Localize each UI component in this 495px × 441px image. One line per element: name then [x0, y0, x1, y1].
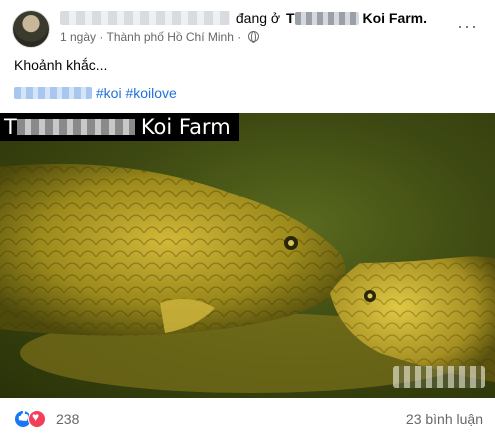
meta-separator-2: ·	[237, 30, 242, 44]
hashtags: #koi #koilove	[14, 85, 177, 101]
reaction-count[interactable]: 238	[56, 411, 79, 427]
post-footer: 238 23 bình luận	[0, 398, 495, 441]
place-end[interactable]: Koi Farm.	[362, 10, 427, 26]
hashtag-koilove[interactable]: #koilove	[125, 85, 176, 101]
post-video[interactable]: T Koi Farm	[0, 113, 495, 398]
koi-scene	[0, 163, 495, 393]
hashtag-koi[interactable]: #koi	[96, 85, 122, 101]
corner-watermark-redacted	[393, 366, 485, 388]
watermark-redacted	[16, 119, 135, 135]
author-line: đang ở T Koi Farm.	[60, 10, 427, 26]
post-meta: 1 ngày · Thành phố Hồ Chí Minh ·	[60, 30, 259, 44]
watermark-text: Koi Farm	[140, 115, 231, 139]
avatar[interactable]	[12, 10, 50, 48]
place-start[interactable]: T	[286, 10, 295, 26]
hashtag-redacted[interactable]	[14, 87, 92, 99]
comment-count-link[interactable]: 23 bình luận	[406, 411, 483, 427]
post-text: Khoảnh khắc...	[14, 57, 108, 73]
watermark-start: T	[4, 115, 17, 139]
more-options-button[interactable]: ···	[457, 16, 478, 37]
post-location[interactable]: Thành phố Hồ Chí Minh	[107, 30, 234, 44]
place-name-redacted[interactable]	[294, 12, 359, 25]
globe-icon[interactable]	[247, 31, 259, 43]
meta-separator: ·	[99, 30, 104, 44]
post-time[interactable]: 1 ngày	[60, 30, 96, 44]
love-icon	[28, 410, 46, 428]
video-watermark: T Koi Farm	[0, 113, 239, 141]
author-name-redacted[interactable]	[60, 11, 230, 25]
checkin-text: đang ở	[235, 10, 281, 26]
post-header: đang ở T Koi Farm. 1 ngày · Thành phố Hồ…	[10, 8, 490, 48]
